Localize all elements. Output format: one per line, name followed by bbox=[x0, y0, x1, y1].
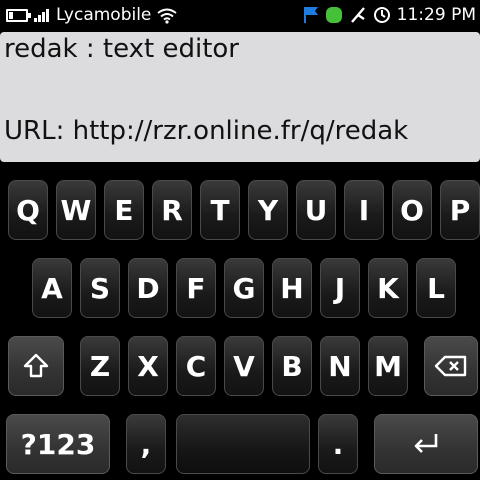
key-label: W bbox=[60, 193, 92, 227]
key-label: L bbox=[427, 271, 445, 305]
battery-icon bbox=[6, 8, 31, 22]
editor-line-1: redak : text editor bbox=[4, 34, 239, 64]
key-z[interactable]: Z bbox=[80, 336, 120, 396]
key-n[interactable]: N bbox=[320, 336, 360, 396]
screen: Lycamobile 11:29 PM redak: text editor … bbox=[0, 0, 480, 480]
battery-fill bbox=[9, 11, 13, 19]
key-w[interactable]: W bbox=[56, 180, 96, 240]
key-b[interactable]: B bbox=[272, 336, 312, 396]
key-label: G bbox=[232, 271, 256, 305]
symbols-key[interactable]: ?123 bbox=[6, 414, 110, 474]
editor-line-2: URL: http://rzr.online.fr/q/redak bbox=[4, 116, 409, 146]
key-k[interactable]: K bbox=[368, 258, 408, 318]
shift-key[interactable] bbox=[8, 336, 64, 396]
key-label: , bbox=[140, 427, 152, 461]
key-m[interactable]: M bbox=[368, 336, 408, 396]
key-d[interactable]: D bbox=[128, 258, 168, 318]
key-i[interactable]: I bbox=[344, 180, 384, 240]
backspace-key[interactable] bbox=[424, 336, 478, 396]
key-t[interactable]: T bbox=[200, 180, 240, 240]
status-bar: Lycamobile 11:29 PM bbox=[0, 0, 480, 30]
key-u[interactable]: U bbox=[296, 180, 336, 240]
key-label: K bbox=[377, 271, 399, 305]
key-label: D bbox=[136, 271, 160, 305]
key-e[interactable]: E bbox=[104, 180, 144, 240]
key-label: S bbox=[89, 271, 111, 305]
key-label: A bbox=[41, 271, 63, 305]
key-label: I bbox=[358, 193, 370, 227]
key-l[interactable]: L bbox=[416, 258, 456, 318]
key-label: X bbox=[137, 349, 159, 383]
text-editor[interactable]: redak : text editor URL: http://rzr.onli… bbox=[0, 32, 480, 162]
key-label: R bbox=[161, 193, 183, 227]
alarm-clock-icon bbox=[373, 7, 390, 23]
key-label: Q bbox=[16, 193, 40, 227]
clock-time: 11:29 PM bbox=[396, 5, 476, 25]
key-r[interactable]: R bbox=[152, 180, 192, 240]
key-y[interactable]: Y bbox=[248, 180, 288, 240]
key-label: H bbox=[280, 271, 304, 305]
key-label: E bbox=[114, 193, 134, 227]
period-key[interactable]: . bbox=[318, 414, 358, 474]
key-label: Z bbox=[89, 349, 111, 383]
signal-icon bbox=[34, 8, 50, 22]
enter-key[interactable] bbox=[374, 414, 478, 474]
comma-key[interactable]: , bbox=[126, 414, 166, 474]
shift-icon bbox=[23, 353, 49, 378]
key-label: B bbox=[281, 349, 303, 383]
key-f[interactable]: F bbox=[176, 258, 216, 318]
key-g[interactable]: G bbox=[224, 258, 264, 318]
key-label: C bbox=[185, 349, 207, 383]
key-x[interactable]: X bbox=[128, 336, 168, 396]
key-label: Y bbox=[257, 193, 279, 227]
key-label: ?123 bbox=[20, 427, 96, 461]
green-dot-icon bbox=[325, 7, 342, 23]
key-label: O bbox=[400, 193, 424, 227]
backspace-icon bbox=[434, 355, 467, 377]
key-c[interactable]: C bbox=[176, 336, 216, 396]
key-o[interactable]: O bbox=[392, 180, 432, 240]
key-label: P bbox=[449, 193, 471, 227]
key-q[interactable]: Q bbox=[8, 180, 48, 240]
key-s[interactable]: S bbox=[80, 258, 120, 318]
key-h[interactable]: H bbox=[272, 258, 312, 318]
status-left: Lycamobile bbox=[6, 3, 178, 27]
key-label: . bbox=[332, 427, 344, 461]
space-key[interactable] bbox=[176, 414, 310, 474]
key-label: M bbox=[374, 349, 402, 383]
key-label: U bbox=[304, 193, 328, 227]
key-label: N bbox=[328, 349, 352, 383]
flag-icon bbox=[303, 7, 318, 23]
enter-icon bbox=[414, 434, 438, 453]
key-label: T bbox=[210, 193, 230, 227]
carrier-name: Lycamobile bbox=[56, 5, 152, 25]
key-label: F bbox=[186, 271, 206, 305]
key-j[interactable]: J bbox=[320, 258, 360, 318]
bluetooth-icon bbox=[350, 7, 365, 23]
key-label: V bbox=[233, 349, 255, 383]
key-p[interactable]: P bbox=[440, 180, 480, 240]
wifi-icon bbox=[157, 8, 178, 24]
key-v[interactable]: V bbox=[224, 336, 264, 396]
key-label: J bbox=[334, 271, 346, 305]
on-screen-keyboard: Q W E R T Y U I O P A S D F G H J K L Z … bbox=[0, 164, 480, 480]
status-right: 11:29 PM bbox=[303, 3, 476, 27]
key-a[interactable]: A bbox=[32, 258, 72, 318]
